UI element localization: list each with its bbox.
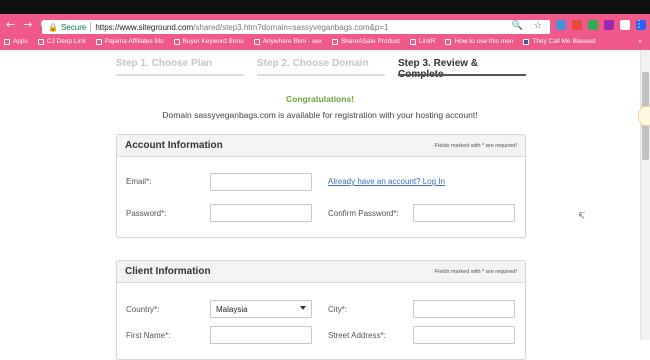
first-name-label: First Name*: — [126, 331, 171, 340]
page-icon — [445, 38, 452, 45]
page-icon — [331, 38, 338, 45]
back-arrow-icon[interactable]: ← — [6, 18, 15, 31]
address-bar[interactable]: 🔒 Secure https://www.siteground.com /sha… — [42, 20, 550, 34]
city-field[interactable] — [413, 300, 515, 318]
forward-arrow-icon[interactable]: → — [23, 18, 32, 31]
domain-availability-message: Domain sassyveganbags.com is available f… — [162, 110, 478, 120]
congrats-heading: Congratulations! — [286, 94, 354, 104]
extension-icon[interactable] — [556, 20, 566, 30]
first-name-field[interactable] — [210, 326, 312, 344]
bookmark-item[interactable]: Anywhere Bknl - sex — [253, 38, 322, 45]
panel-header: Account Information Fields marked with *… — [117, 135, 525, 157]
bookmarks-overflow-icon[interactable]: » — [638, 38, 642, 45]
bookmark-item[interactable]: CJ Deep Link — [37, 38, 86, 45]
password-label: Password*: — [126, 209, 167, 218]
email-field[interactable] — [210, 173, 312, 191]
facebook-icon — [523, 38, 530, 45]
page-icon — [173, 38, 180, 45]
client-information-panel: Client Information Fields marked with * … — [116, 260, 526, 360]
country-select[interactable]: Malaysia — [210, 300, 312, 318]
browser-chrome: ← → C 🔒 Secure https://www.siteground.co… — [0, 14, 650, 50]
street-address-field[interactable] — [413, 326, 515, 344]
country-label: Country*: — [126, 305, 160, 314]
page-icon — [253, 38, 260, 45]
panel-title: Account Information — [125, 140, 223, 151]
password-field[interactable] — [210, 204, 312, 222]
bookmark-item[interactable]: Apps — [4, 38, 28, 45]
country-selected-value: Malaysia — [216, 304, 248, 314]
menu-icon[interactable]: ⋮ — [634, 19, 644, 30]
extension-icon[interactable] — [604, 20, 614, 30]
step-choose-domain[interactable]: Step 2. Choose Domain — [257, 58, 369, 69]
lock-icon: 🔒 — [48, 22, 58, 32]
mouse-cursor-icon: ↸ — [578, 212, 586, 222]
panel-header: Client Information Fields marked with * … — [117, 261, 525, 283]
street-address-label: Street Address*: — [328, 331, 386, 340]
bookmark-item[interactable]: Buyer Keyword Bonu — [173, 38, 244, 45]
extension-icon[interactable] — [620, 20, 630, 30]
bookmark-item[interactable]: ShareASale Product — [331, 38, 400, 45]
bookmark-item[interactable]: LinkR — [409, 38, 435, 45]
step-underline — [257, 74, 385, 76]
page-icon — [409, 38, 416, 45]
confirm-password-field[interactable] — [413, 204, 515, 222]
city-label: City*: — [328, 305, 348, 314]
omnibox-divider — [90, 22, 92, 32]
extension-icon[interactable] — [588, 20, 598, 30]
window-top-strip — [0, 0, 650, 14]
apps-icon — [4, 38, 10, 45]
step-choose-plan[interactable]: Step 1. Choose Plan — [116, 58, 212, 69]
email-label: Email*: — [126, 177, 152, 186]
step-underline-active — [398, 74, 526, 76]
checkout-steps: Step 1. Choose Plan Step 2. Choose Domai… — [116, 58, 526, 80]
bookmark-item[interactable]: Pajama Affiliates Mo — [95, 38, 164, 45]
url-host: https://www.siteground.com — [95, 22, 194, 32]
step-underline — [116, 74, 244, 76]
panel-title: Client Information — [125, 266, 211, 277]
search-star-icons[interactable]: 🔍 ☆ — [512, 21, 546, 31]
bookmark-item[interactable]: They Call Me Blessed — [523, 38, 596, 45]
bookmarks-bar: Apps CJ Deep Link Pajama Affiliates Mo B… — [4, 38, 596, 45]
required-note: Fields marked with * are required! — [434, 142, 517, 149]
page-icon — [95, 38, 102, 45]
page-scrollbar[interactable] — [640, 50, 650, 340]
url-path: /shared/step3.htm?domain=sassyveganbags.… — [193, 22, 389, 32]
extension-icon[interactable] — [572, 20, 582, 30]
step-review-complete: Step 3. Review & Complete — [398, 58, 479, 80]
required-note: Fields marked with * are required! — [434, 268, 517, 275]
chevron-down-icon — [300, 306, 306, 310]
bookmark-item[interactable]: How to use this men — [445, 38, 513, 45]
confirm-password-label: Confirm Password*: — [328, 209, 399, 218]
page-icon — [37, 38, 44, 45]
login-link[interactable]: Already have an account? Log In — [328, 177, 445, 186]
account-information-panel: Account Information Fields marked with *… — [116, 134, 526, 238]
secure-label: Secure — [60, 22, 87, 32]
